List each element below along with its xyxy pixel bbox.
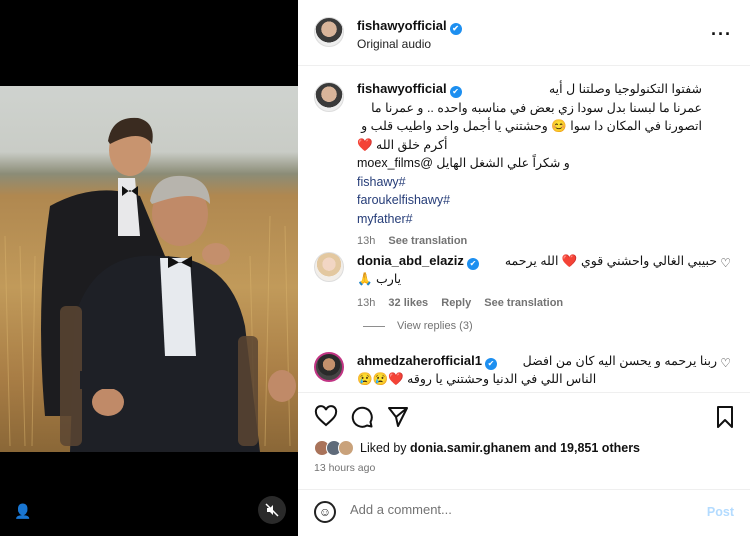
avatar[interactable] [314, 17, 344, 47]
verified-icon: ✔ [466, 258, 479, 270]
post-media[interactable]: 👤 [0, 0, 298, 536]
verified-icon: ✔ [485, 358, 497, 370]
post-photo [0, 86, 298, 452]
post-header: fishawyofficial ✔ Original audio ··· [298, 0, 750, 66]
bookmark-icon[interactable] [713, 405, 737, 429]
hashtag-link[interactable]: myfather# [357, 210, 702, 229]
caption: fishawyofficial ✔ شفتوا التكنولوجيا وصلتن… [357, 80, 702, 251]
action-bar [298, 392, 750, 444]
caption-line: اتصورنا في المكان دا سوا 😊 وحشتني يا أجم… [361, 119, 702, 133]
caption-time[interactable]: 13h [357, 235, 375, 247]
see-translation-button[interactable]: See translation [388, 235, 467, 247]
share-icon[interactable] [386, 405, 410, 429]
heart-icon[interactable]: ♡ [720, 256, 731, 270]
more-icon[interactable]: ··· [711, 24, 732, 45]
comment-icon[interactable] [350, 405, 374, 429]
heart-icon[interactable]: ♡ [720, 356, 731, 370]
likes-summary[interactable]: Liked by donia.samir.ghanem and 19,851 o… [314, 440, 640, 456]
post-panel: fishawyofficial ✔ Original audio ··· fish… [298, 0, 750, 536]
audio-label[interactable]: Original audio [357, 37, 431, 51]
post-button[interactable]: Post [707, 505, 734, 519]
divider [363, 325, 385, 327]
caption-line: عمرنا ما لبسنا بدل سودا زي بعض في مناسبه… [371, 100, 702, 115]
likes-others[interactable]: and 19,851 others [534, 441, 640, 455]
account-username[interactable]: fishawyofficial [357, 18, 447, 33]
avatar[interactable] [314, 352, 344, 382]
comment-text: يارب 🙏 [357, 272, 402, 286]
comment-text: حبيبي الغالي واحشني قوي ❤️ الله يرحمه [504, 254, 717, 268]
likes-prefix: Liked by [360, 441, 407, 455]
hashtag-link[interactable]: faroukelfishawy# [357, 191, 702, 210]
comment-time[interactable]: 13h [357, 297, 375, 309]
view-replies-label: View replies (3) [397, 320, 473, 332]
reply-button[interactable]: Reply [441, 297, 471, 309]
caption-avatar[interactable] [314, 82, 344, 112]
hashtag-link[interactable]: fishawy# [357, 173, 702, 192]
caption-line: شفتوا التكنولوجيا وصلتنا ل أيه [548, 82, 702, 96]
comment-text: الناس اللي في الدنيا وحشتني يا روقه ❤️😢😢 [357, 372, 597, 386]
mute-icon[interactable] [258, 496, 286, 524]
person-icon[interactable]: 👤 [12, 500, 34, 522]
liker-avatars [314, 440, 354, 456]
caption-username[interactable]: fishawyofficial [357, 81, 447, 96]
view-replies-button[interactable]: View replies (3) [363, 320, 473, 332]
liker-username[interactable]: donia.samir.ghanem [410, 441, 531, 455]
comment-username[interactable]: ahmedzaherofficial1 [357, 353, 482, 368]
comment-username[interactable]: donia_abd_elaziz [357, 253, 464, 268]
avatar[interactable] [314, 252, 344, 282]
comment-likes[interactable]: 32 likes [388, 297, 428, 309]
see-translation-button[interactable]: See translation [484, 297, 563, 309]
verified-icon: ✔ [449, 23, 462, 35]
caption-line: أكرم خلق الله ❤️ [357, 137, 448, 152]
account-name[interactable]: fishawyofficial ✔ [357, 18, 462, 35]
add-comment-bar: ☺ Post [298, 489, 750, 536]
verified-icon: ✔ [449, 86, 462, 98]
comment-input[interactable] [350, 502, 680, 517]
caption-mention-line[interactable]: و شكراً علي الشغل الهايل @moex_films [357, 154, 702, 173]
comment-text: ربنا يرحمه و يحسن اليه كان من افضل [522, 354, 717, 368]
comment-item: donia_abd_elaziz ✔ حبيبي الغالي واحشني قو… [314, 252, 739, 312]
comment-item: ahmedzaherofficial1 ✔ ربنا يرحمه و يحسن ا… [314, 352, 739, 392]
emoji-icon[interactable]: ☺ [314, 501, 336, 523]
post-time[interactable]: 13 hours ago [314, 462, 375, 474]
heart-icon[interactable] [314, 405, 338, 429]
